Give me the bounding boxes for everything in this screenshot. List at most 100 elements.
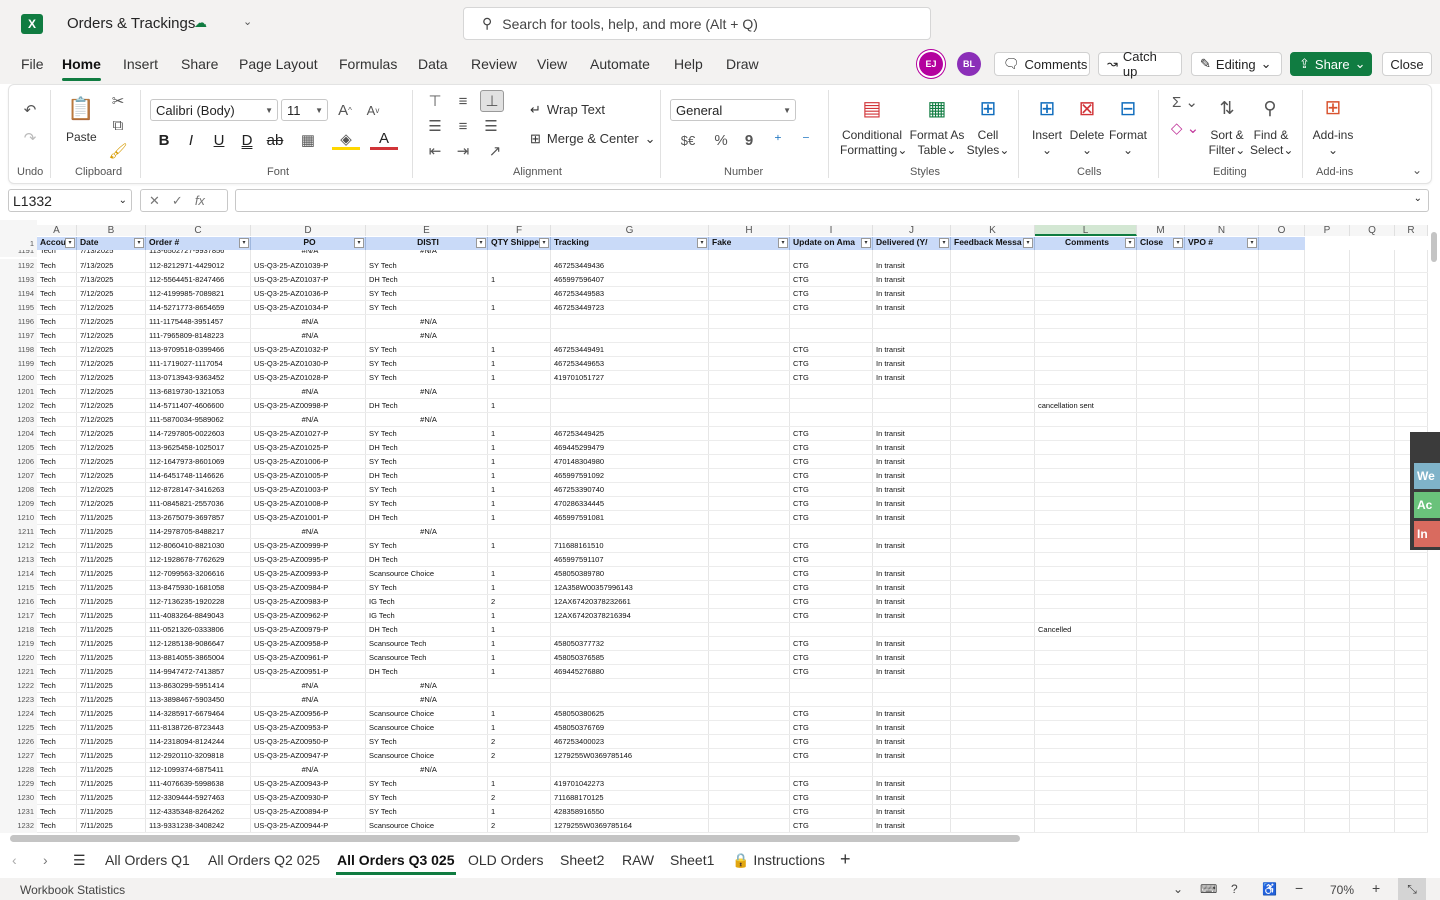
- cell[interactable]: 458050377732: [551, 637, 709, 651]
- cell[interactable]: US-Q3-25-AZ00953-P: [251, 721, 366, 735]
- cell[interactable]: [709, 553, 790, 567]
- column-header[interactable]: D: [251, 225, 366, 236]
- cell[interactable]: [709, 385, 790, 399]
- cell[interactable]: 111-8138726-8723443: [146, 721, 251, 735]
- cell[interactable]: Tech: [37, 707, 77, 721]
- cell[interactable]: 113-0713943-9363452: [146, 371, 251, 385]
- cell[interactable]: SY Tech: [366, 497, 488, 511]
- bold-icon[interactable]: B: [155, 130, 173, 150]
- cell[interactable]: In transit: [873, 665, 951, 679]
- row-number[interactable]: 1232: [0, 819, 37, 833]
- cell[interactable]: 114-3285917-6679464: [146, 707, 251, 721]
- cell[interactable]: Tech: [37, 567, 77, 581]
- cell[interactable]: 1: [488, 371, 551, 385]
- cell[interactable]: CTG: [790, 609, 873, 623]
- side-tile-2[interactable]: Ac: [1414, 492, 1440, 518]
- cell[interactable]: [1035, 637, 1137, 651]
- cell[interactable]: CTG: [790, 511, 873, 525]
- cell[interactable]: CTG: [790, 665, 873, 679]
- cell[interactable]: 2: [488, 735, 551, 749]
- cell[interactable]: 7/11/2025: [77, 777, 146, 791]
- format-table-icon[interactable]: ▦: [925, 96, 949, 120]
- table-header-cell[interactable]: DISTI: [366, 237, 488, 250]
- search-box[interactable]: ⚲ Search for tools, help, and more (Alt …: [463, 7, 931, 40]
- table-header-cell[interactable]: Order #: [146, 237, 251, 250]
- cell[interactable]: [551, 399, 709, 413]
- cell[interactable]: Scansource Choice: [366, 749, 488, 763]
- cell[interactable]: [1035, 511, 1137, 525]
- orientation-icon[interactable]: ↗: [481, 142, 509, 160]
- merge-center-button[interactable]: ⊞ Merge & Center ⌄: [530, 131, 656, 146]
- cell[interactable]: #N/A: [366, 693, 488, 707]
- cell[interactable]: 111-4083264-8849043: [146, 609, 251, 623]
- cell[interactable]: US-Q3-25-AZ01005-P: [251, 469, 366, 483]
- cell[interactable]: 112-8212971-4429012: [146, 259, 251, 273]
- cell[interactable]: US-Q3-25-AZ00984-P: [251, 581, 366, 595]
- cell[interactable]: 7/12/2025: [77, 483, 146, 497]
- cell[interactable]: Tech: [37, 483, 77, 497]
- cell[interactable]: #N/A: [251, 329, 366, 343]
- cell[interactable]: 113-2675079-3697857: [146, 511, 251, 525]
- cell[interactable]: 114-9947472-7413857: [146, 665, 251, 679]
- cell[interactable]: [551, 525, 709, 539]
- cell[interactable]: 7/12/2025: [77, 385, 146, 399]
- all-sheets-icon[interactable]: ☰: [73, 852, 86, 869]
- cell[interactable]: 1: [488, 273, 551, 287]
- cell[interactable]: [1035, 371, 1137, 385]
- cell[interactable]: [790, 525, 873, 539]
- column-header[interactable]: B: [77, 225, 146, 236]
- cell[interactable]: Tech: [37, 665, 77, 679]
- cell[interactable]: 458050389780: [551, 567, 709, 581]
- cell[interactable]: In transit: [873, 371, 951, 385]
- cell[interactable]: DH Tech: [366, 553, 488, 567]
- cell[interactable]: #N/A: [251, 413, 366, 427]
- cell[interactable]: Tech: [37, 763, 77, 777]
- cell[interactable]: 467253390740: [551, 483, 709, 497]
- cell[interactable]: 7/11/2025: [77, 581, 146, 595]
- cell[interactable]: [488, 315, 551, 329]
- cell[interactable]: US-Q3-25-AZ01036-P: [251, 287, 366, 301]
- row-number[interactable]: 1228: [0, 763, 37, 777]
- align-middle-icon[interactable]: ≡: [453, 92, 473, 110]
- cell[interactable]: [790, 399, 873, 413]
- cell[interactable]: 7/11/2025: [77, 595, 146, 609]
- zoom-out-icon[interactable]: −: [1295, 880, 1303, 896]
- cell[interactable]: #N/A: [251, 525, 366, 539]
- cell[interactable]: 467253449653: [551, 357, 709, 371]
- row-number[interactable]: 1194: [0, 287, 37, 301]
- cell[interactable]: SY Tech: [366, 791, 488, 805]
- row-number[interactable]: 1209: [0, 497, 37, 511]
- cell[interactable]: 7/12/2025: [77, 469, 146, 483]
- cell[interactable]: [873, 763, 951, 777]
- column-header[interactable]: M: [1137, 225, 1185, 236]
- document-title[interactable]: Orders & Trackings: [67, 15, 195, 32]
- cell[interactable]: CTG: [790, 819, 873, 833]
- cell[interactable]: [709, 511, 790, 525]
- column-header[interactable]: H: [709, 225, 790, 236]
- cell[interactable]: 1279255W0369785146: [551, 749, 709, 763]
- cell[interactable]: US-Q3-25-AZ00961-P: [251, 651, 366, 665]
- cell[interactable]: In transit: [873, 637, 951, 651]
- percent-icon[interactable]: %: [712, 130, 730, 150]
- font-name-select[interactable]: Calibri (Body) ▼: [150, 99, 278, 121]
- cell[interactable]: 711688161510: [551, 539, 709, 553]
- filter-dropdown-icon[interactable]: ▾: [354, 238, 364, 248]
- cell[interactable]: Tech: [37, 581, 77, 595]
- cell[interactable]: 1: [488, 777, 551, 791]
- menu-formulas[interactable]: Formulas: [339, 56, 397, 72]
- italic-icon[interactable]: I: [182, 130, 200, 150]
- cell[interactable]: CTG: [790, 567, 873, 581]
- cell[interactable]: Tech: [37, 651, 77, 665]
- cell[interactable]: 112-4335348-8264262: [146, 805, 251, 819]
- cell[interactable]: 465997591092: [551, 469, 709, 483]
- cell[interactable]: In transit: [873, 707, 951, 721]
- cell[interactable]: [488, 763, 551, 777]
- cell[interactable]: In transit: [873, 609, 951, 623]
- cell[interactable]: [709, 707, 790, 721]
- cell[interactable]: 7/11/2025: [77, 721, 146, 735]
- filter-dropdown-icon[interactable]: ▾: [239, 238, 249, 248]
- cancel-icon[interactable]: ✕: [149, 193, 160, 209]
- cell[interactable]: CTG: [790, 581, 873, 595]
- cell[interactable]: 7/11/2025: [77, 819, 146, 833]
- zoom-in-icon[interactable]: +: [1372, 880, 1380, 896]
